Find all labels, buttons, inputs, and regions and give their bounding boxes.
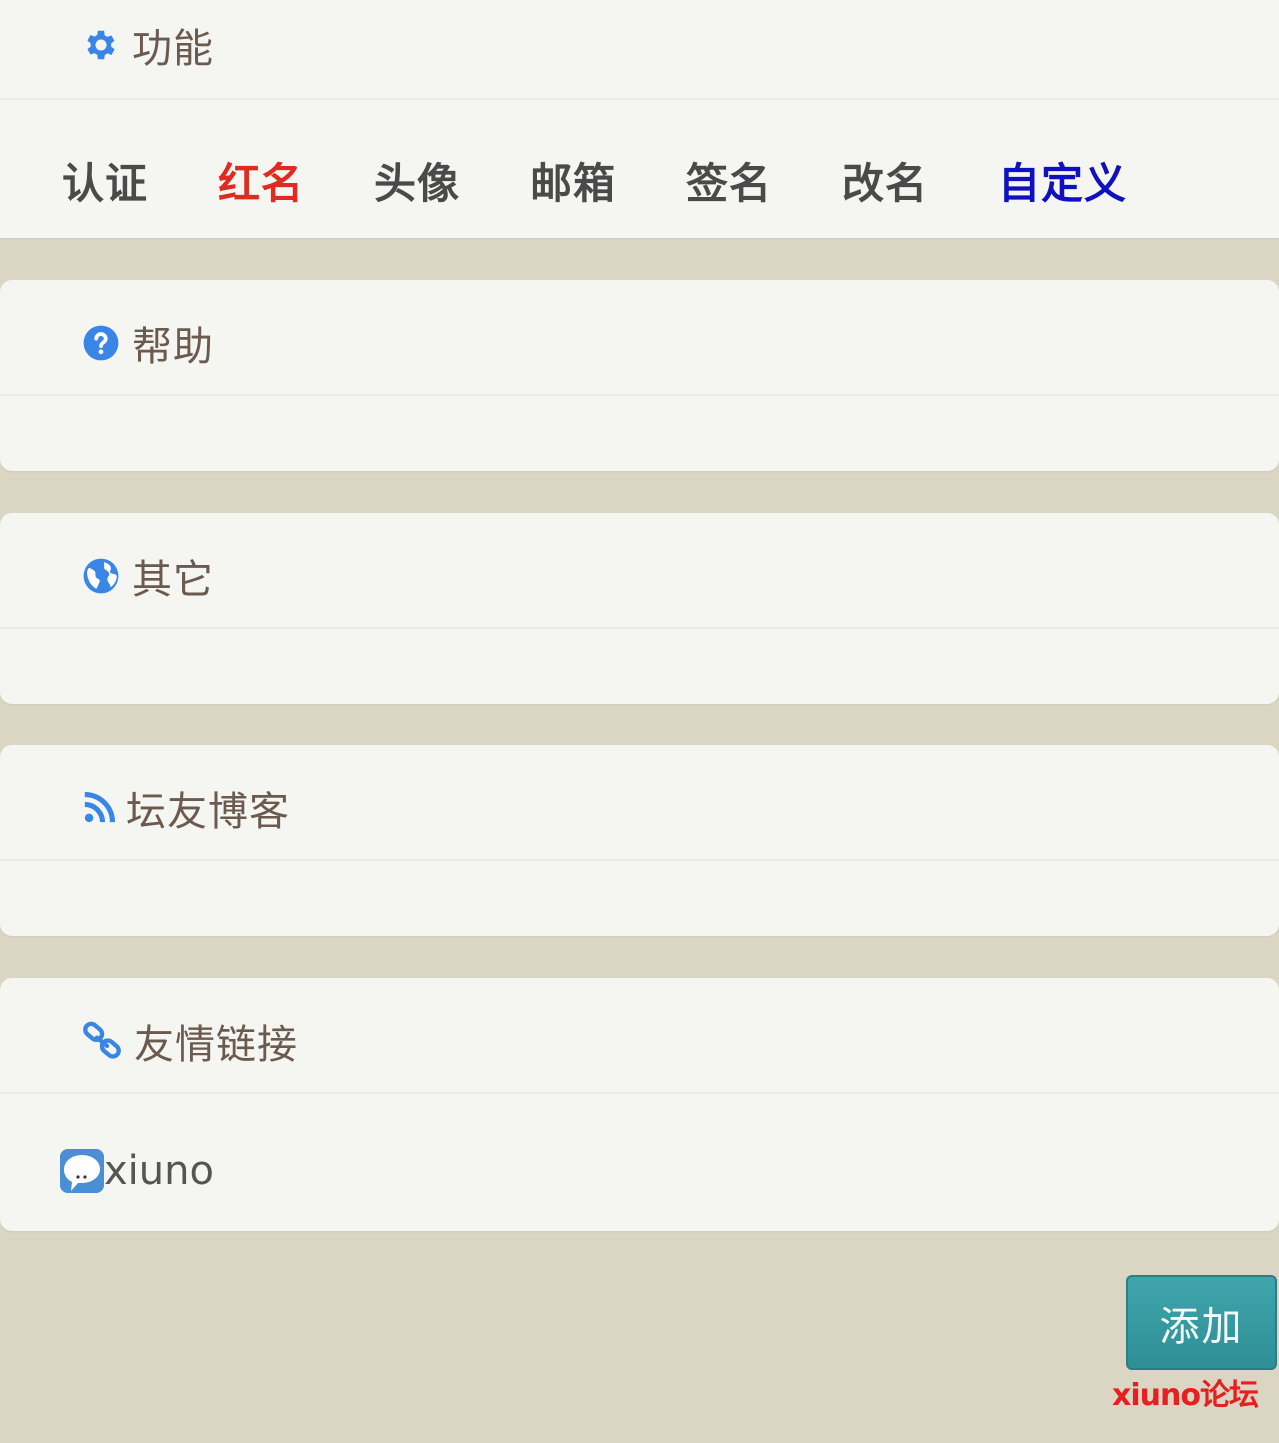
blogs-card: 坛友博客 [0,745,1279,936]
feature-rename[interactable]: 改名 [842,150,998,211]
help-title: 帮助 [82,314,214,372]
help-card: 帮助 [0,280,1279,471]
features-title: 功能 [82,16,214,74]
help-title-label: 帮助 [132,324,214,370]
friend-link-label: xiuno [104,1148,214,1194]
link-icon [82,1021,122,1061]
features-title-label: 功能 [132,26,214,72]
rss-icon [82,791,116,825]
blogs-title-label: 坛友博客 [126,789,290,835]
links-title: 友情链接 [82,1012,298,1070]
features-header: 功能 [0,0,1279,100]
gear-icon [82,26,120,64]
add-button[interactable]: 添加 [1126,1275,1277,1370]
blogs-header: 坛友博客 [0,745,1279,861]
feature-custom[interactable]: 自定义 [998,150,1154,211]
feature-avatar[interactable]: 头像 [374,150,530,211]
other-title: 其它 [82,547,214,605]
features-card: 功能 认证 红名 头像 邮箱 签名 改名 自定义 [0,0,1279,238]
help-header: 帮助 [0,280,1279,396]
other-card: 其它 [0,513,1279,704]
other-header: 其它 [0,513,1279,629]
feature-red-name[interactable]: 红名 [218,150,374,211]
features-list: 认证 红名 头像 邮箱 签名 改名 自定义 [62,150,1154,211]
watermark-text: xiuno论坛 [1112,1378,1259,1413]
feature-verify[interactable]: 认证 [62,150,218,211]
other-title-label: 其它 [132,557,214,603]
links-title-label: 友情链接 [134,1022,298,1068]
blogs-title: 坛友博客 [82,779,290,837]
friend-link-xiuno[interactable]: xiuno [60,1148,214,1194]
feature-email[interactable]: 邮箱 [530,150,686,211]
links-header: 友情链接 [0,978,1279,1094]
xiuno-logo-icon [60,1149,104,1193]
globe-icon [82,557,120,595]
feature-signature[interactable]: 签名 [686,150,842,211]
question-circle-icon [82,324,120,362]
